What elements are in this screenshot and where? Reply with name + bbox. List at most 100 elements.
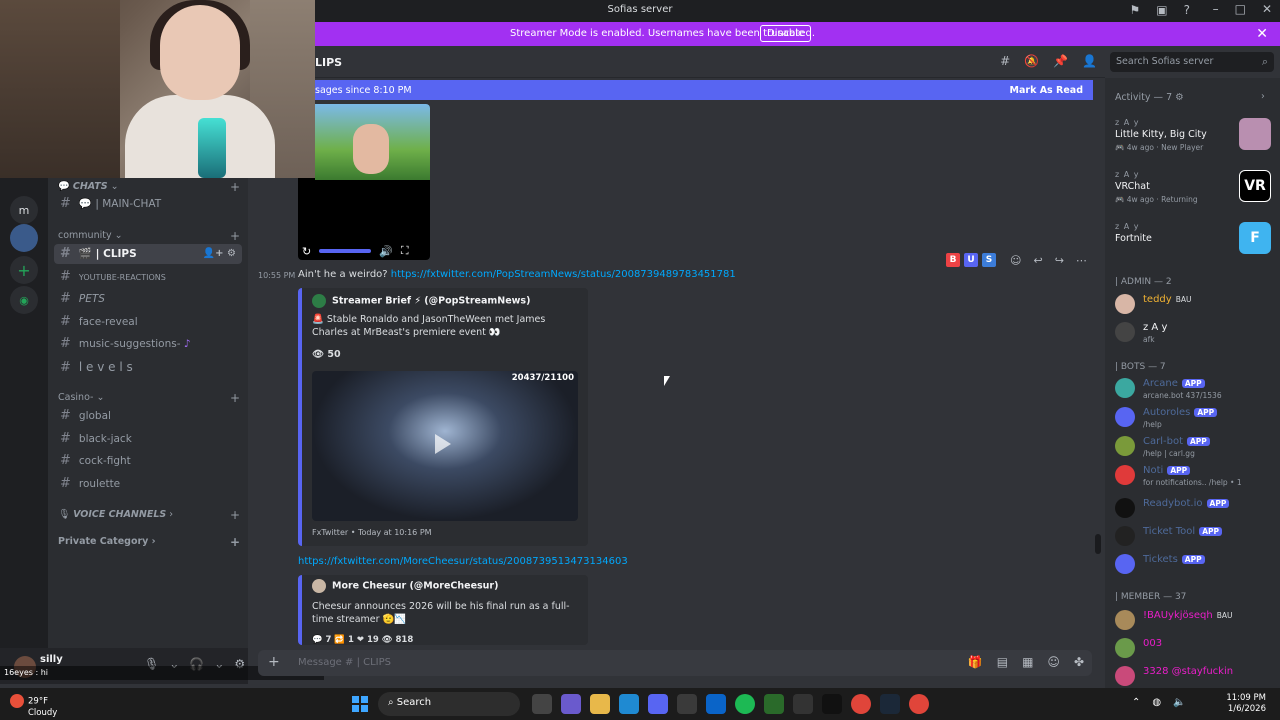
embed-author[interactable]: More Cheesur (@MoreCheesur) [312, 579, 498, 593]
edge-icon[interactable] [619, 694, 639, 714]
category-casino[interactable]: Casino- ⌄ + [58, 391, 240, 405]
tag-u[interactable]: U [964, 253, 978, 267]
member-item[interactable]: 3328 @stayfuckin [1115, 664, 1275, 690]
channel-global[interactable]: # global [54, 406, 242, 426]
tiktok-icon[interactable] [822, 694, 842, 714]
members-icon[interactable]: 👤 [1082, 54, 1097, 68]
clock[interactable]: 11:09 PM 1/6/2026 [1226, 693, 1266, 715]
scrollbar[interactable] [1095, 534, 1101, 554]
app-icon[interactable] [764, 694, 784, 714]
emoji-icon[interactable]: ☺ [1047, 655, 1060, 669]
network-icon[interactable]: ◍ [1152, 697, 1161, 708]
pin-icon[interactable]: 📌 [1053, 54, 1068, 68]
threads-icon[interactable]: # [1000, 54, 1010, 68]
member-item[interactable]: Noti APP for notifications.. /help • 1 [1115, 463, 1275, 489]
message-timestamp: 10:55 PM [258, 271, 296, 280]
disable-button[interactable]: Disable [760, 25, 812, 42]
store-icon[interactable] [677, 694, 697, 714]
channel-clips[interactable]: # 🎬 | CLIPS 👤+ ⚙ [54, 244, 242, 264]
member-item[interactable]: 003 [1115, 636, 1275, 662]
maximize-icon[interactable]: □ [1235, 2, 1246, 16]
forward-icon[interactable]: ↪ [1055, 254, 1064, 267]
channel-roulette[interactable]: # roulette [54, 474, 242, 494]
weather-widget[interactable]: 29°F Cloudy [10, 694, 57, 718]
taskbar-search[interactable]: ⌕ Search [378, 692, 520, 716]
volume-icon[interactable]: 🔈 [1173, 697, 1185, 708]
spotify-icon[interactable] [735, 694, 755, 714]
server-icon[interactable] [10, 224, 38, 252]
screen-icon[interactable]: ▣ [1156, 3, 1167, 17]
category-chats[interactable]: 💬 CHATS ⌄ + [58, 180, 240, 194]
tag-s[interactable]: S [982, 253, 996, 267]
gift-icon[interactable]: 🎁 [968, 655, 983, 669]
activity-header[interactable]: Activity — 7 ⚙ › [1115, 91, 1265, 103]
member-item[interactable]: !BAUykjöseqh BAU [1115, 608, 1275, 634]
start-button[interactable] [352, 696, 368, 712]
notifications-icon[interactable]: 🔕 [1024, 54, 1039, 68]
add-server-icon[interactable]: + [10, 256, 38, 284]
server-letter[interactable]: m [10, 196, 38, 224]
volume-icon[interactable]: 🔊 [379, 245, 393, 258]
channel-youtube-reactions[interactable]: # YOUTUBE-REACTIONS [54, 267, 242, 287]
message-input[interactable]: Message # | CLIPS [298, 657, 391, 668]
mail-icon[interactable] [706, 694, 726, 714]
channel-music-suggestions[interactable]: # music-suggestions- ♪ [54, 334, 242, 354]
replay-icon[interactable]: ↻ [302, 245, 311, 258]
member-item[interactable]: Arcane APP arcane.bot 437/1536 [1115, 376, 1275, 402]
embed-video[interactable]: 20437/21100 [312, 371, 578, 521]
new-messages-bar[interactable]: sages since 8:10 PM Mark As Read [315, 80, 1093, 100]
discord-icon[interactable] [648, 694, 668, 714]
channel-cock-fight[interactable]: # cock-fight [54, 451, 242, 471]
member-item[interactable]: Carl-bot APP /help | carl.gg [1115, 434, 1275, 460]
help-icon[interactable]: ? [1184, 3, 1190, 17]
explore-icon[interactable]: ◉ [10, 286, 38, 314]
channel-pets[interactable]: # PETS [54, 289, 242, 309]
video-attachment[interactable]: ↻ 🔊 ⛶ [298, 104, 430, 260]
add-reaction-icon[interactable]: ☺ [1010, 254, 1021, 267]
search-input[interactable]: Search Sofias server ⌕ [1110, 52, 1274, 72]
category-community[interactable]: community ⌄ + [58, 229, 240, 243]
reply-icon[interactable]: ↩ [1033, 254, 1042, 267]
chrome-icon[interactable] [909, 694, 929, 714]
close-window-icon[interactable]: ✕ [1262, 2, 1272, 16]
task-view-icon[interactable] [532, 694, 552, 714]
embed-author[interactable]: Streamer Brief ⚡ (@PopStreamNews) [312, 294, 530, 308]
message-link[interactable]: https://fxtwitter.com/MoreCheesur/status… [298, 556, 628, 567]
chrome-icon[interactable] [851, 694, 871, 714]
fullscreen-icon[interactable]: ⛶ [401, 244, 409, 258]
member-item[interactable]: Tickets APP [1115, 552, 1275, 578]
apps-icon[interactable]: ✤ [1074, 655, 1084, 669]
channel-main-chat[interactable]: # 💬 | MAIN-CHAT [54, 194, 242, 214]
channel-levels[interactable]: # l e v e l s [54, 357, 242, 377]
channel-face-reveal[interactable]: # face-reveal [54, 312, 242, 332]
activity-item[interactable]: z A y Little Kitty, Big City 🎮 4w ago · … [1115, 118, 1275, 152]
add-attachment-icon[interactable]: + [268, 654, 280, 670]
category-voice-channels[interactable]: 🎙 VOICE CHANNELS › + [58, 508, 240, 522]
play-icon [435, 434, 451, 454]
obs-icon[interactable] [793, 694, 813, 714]
member-item[interactable]: Autoroles APP /help [1115, 405, 1275, 431]
tag-b[interactable]: B [946, 253, 960, 267]
gif-icon[interactable]: ▤ [997, 655, 1008, 669]
volume-slider[interactable] [319, 249, 372, 253]
file-explorer-icon[interactable] [590, 694, 610, 714]
activity-item[interactable]: z A y Fortnite F [1115, 222, 1275, 254]
category-private[interactable]: Private Category › + [58, 535, 240, 549]
activity-item[interactable]: z A y VRChat 🎮 4w ago · Returning VR [1115, 170, 1275, 204]
member-item[interactable]: Ticket Tool APP [1115, 524, 1275, 550]
minimize-icon[interactable]: – [1213, 2, 1219, 16]
webcam-overlay [0, 0, 315, 178]
close-banner-icon[interactable]: ✕ [1256, 26, 1268, 42]
mark-as-read-button[interactable]: Mark As Read [1010, 85, 1083, 96]
copilot-icon[interactable] [561, 694, 581, 714]
channel-black-jack[interactable]: # black-jack [54, 429, 242, 449]
more-icon[interactable]: ⋯ [1076, 254, 1087, 267]
member-item[interactable]: z A y afk [1115, 320, 1275, 346]
message-link[interactable]: https://fxtwitter.com/PopStreamNews/stat… [391, 269, 736, 280]
inbox-icon[interactable]: ⚑ [1130, 3, 1141, 17]
steam-icon[interactable] [880, 694, 900, 714]
member-item[interactable]: Readybot.io APP [1115, 496, 1275, 522]
chevron-up-icon[interactable]: ⌃ [1132, 697, 1140, 708]
member-item[interactable]: teddy BAU [1115, 292, 1275, 318]
sticker-icon[interactable]: ▦ [1022, 655, 1033, 669]
